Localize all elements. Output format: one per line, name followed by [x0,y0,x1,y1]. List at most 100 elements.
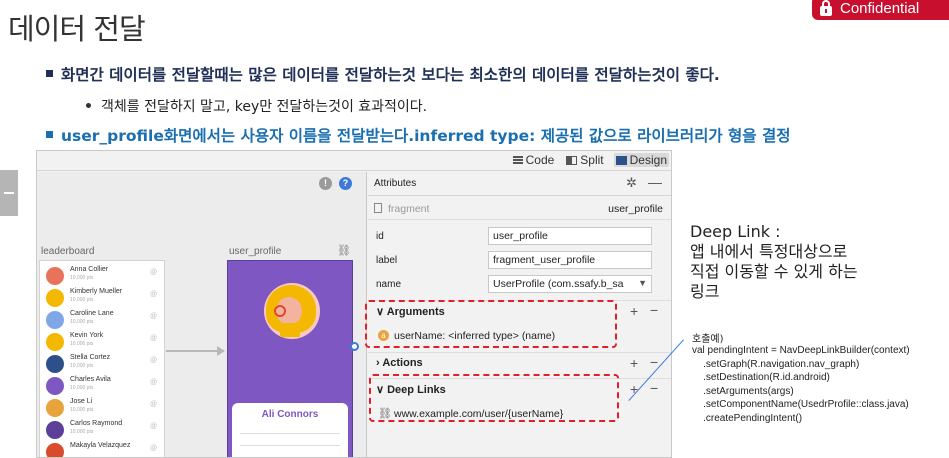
leaderboard-name: Jose Li [70,398,93,405]
leaderboard-score: 10,000 pts [70,319,94,325]
handle-icon: @ [150,401,158,408]
handle-icon: @ [150,423,158,430]
selection-handle[interactable] [350,342,359,351]
leaderboard-row: Caroline Lane 10,000 pts @ [44,309,164,331]
leaderboard-name: Kimberly Mueller [70,288,123,295]
arrow-head-icon [217,346,225,356]
fragment-label: fragment [388,203,430,215]
leaderboard-name: Anna Collier [70,266,109,273]
name-select-value: UserProfile (com.ssafy.b_sa [493,278,624,290]
bullet-key-only: 객체를 전달하지 말고, key만 전달하는것이 효과적이다. [86,96,427,116]
label-field[interactable]: fragment_user_profile [488,251,652,269]
avatar [46,267,64,285]
user-profile-destination[interactable]: Ali Connors [227,260,353,457]
action-connector[interactable] [166,350,224,352]
deep-link-icon: ⛓ [337,244,351,257]
lines-icon [512,156,523,164]
code-sample: val pendingIntent = NavDeepLinkBuilder(c… [692,345,910,424]
lock-icon [818,0,834,16]
arguments-highlight [365,300,617,348]
chevron-down-icon: ▼ [638,278,647,288]
glasses-icon [274,305,286,317]
attr-key: id [376,231,384,242]
leaderboard-score: 10,000 pts [70,341,94,347]
attributes-title: Attributes [374,178,417,189]
fragment-icon [374,203,382,213]
profile-card-name: Ali Connors [261,409,319,420]
remove-deep-link-icon[interactable]: − [650,380,658,396]
attr-key: name [376,279,402,290]
view-mode-toolbar: Code Split Design [37,151,671,171]
confidential-badge: Confidential [812,0,949,20]
leaderboard-name: Kevin York [70,332,104,339]
handle-icon: @ [150,313,158,320]
deep-link-definition: Deep Link : 앱 내에서 특정대상으로 직접 이동할 수 있게 하는 … [690,222,858,301]
avatar [46,377,64,395]
leaderboard-row: Charles Avila 10,000 pts @ [44,375,164,397]
mode-split-button[interactable]: Split [564,153,605,167]
handle-icon: @ [150,269,158,276]
leaderboard-name: Stella Cortez [70,354,111,361]
add-action-icon[interactable]: + [630,355,638,371]
actions-section[interactable]: › Actions + − [368,352,671,374]
side-tab[interactable] [0,170,18,216]
leaderboard-row: Carlos Raymond 10,000 pts @ [44,419,164,441]
avatar [46,333,64,351]
split-icon [566,155,578,165]
leaderboard-name: Caroline Lane [70,310,114,317]
deep-links-highlight [369,374,619,422]
leaderboard-destination[interactable]: Anna Collier 10,000 pts @ Kimberly Mueller 1… [39,260,165,457]
handle-icon: @ [150,357,158,364]
leaderboard-name: Carlos Raymond [70,420,123,427]
leaderboard-score: 10,000 pts [70,363,94,369]
leaderboard-name: Charles Avila [70,376,111,383]
warning-icon[interactable]: ! [319,177,332,190]
leaderboard-row: Stella Cortez 10,000 pts @ [44,353,164,375]
avatar [46,355,64,373]
leaderboard-row: Jose Li 10,000 pts @ [44,397,164,419]
navigation-graph-canvas[interactable]: ! ? leaderboard Anna Collier 10,000 pts @ K… [37,172,367,457]
name-select[interactable]: UserProfile (com.ssafy.b_sa ▼ [488,275,652,293]
attr-row-name: name UserProfile (com.ssafy.b_sa ▼ [368,272,671,296]
id-field[interactable]: user_profile [488,227,652,245]
mode-code-button[interactable]: Code [511,153,557,167]
avatar [46,289,64,307]
leaderboard-score: 10,000 pts [70,297,94,303]
bullet-user-profile: user_profile화면에서는 사용자 이름을 전달받는다.inferred… [46,124,790,146]
handle-icon: @ [150,291,158,298]
mode-label: Design [629,153,667,167]
leaderboard-row: Makayla Velazquez @ [44,441,164,457]
leaderboard-name: Makayla Velazquez [70,442,131,449]
remove-argument-icon[interactable]: − [650,302,658,318]
bullet-text: 화면간 데이터를 전달할때는 많은 데이터를 전달하는것 보다는 최소한의 데이… [61,66,720,84]
leaderboard-score: 10,000 pts [70,429,94,435]
avatar [46,311,64,329]
gear-icon[interactable]: ✲ [626,175,637,191]
fragment-row: fragment user_profile [368,198,671,220]
avatar [46,421,64,439]
leaderboard-label: leaderboard [41,246,95,257]
bullet-minimal-data: 화면간 데이터를 전달할때는 많은 데이터를 전달하는것 보다는 최소한의 데이… [46,63,720,85]
collapse-icon[interactable]: — [648,174,662,190]
leaderboard-score: 10,000 pts [70,407,94,413]
profile-card: Ali Connors [232,403,348,457]
help-icon[interactable]: ? [339,177,352,190]
mode-label: Split [580,153,604,167]
handle-icon: @ [150,379,158,386]
avatar [46,443,64,457]
fragment-value: user_profile [608,203,663,215]
leaderboard-score: 10,000 pts [70,275,94,281]
mode-design-button[interactable]: Design [613,153,669,167]
add-argument-icon[interactable]: + [630,303,638,319]
actions-title: Actions [382,357,423,369]
bullet-text: user_profile화면에서는 사용자 이름을 전달받는다.inferred… [61,127,791,145]
leaderboard-score: 10,000 pts [70,385,94,391]
attr-row-id: id user_profile [368,224,671,248]
call-example-label: 호출예) [692,334,724,345]
leaderboard-row: Kevin York 10,000 pts @ [44,331,164,353]
mode-label: Code [525,153,555,167]
bullet-text: 객체를 전달하지 말고, key만 전달하는것이 효과적이다. [101,99,428,115]
attr-row-label: label fragment_user_profile [368,248,671,272]
leaderboard-row: Anna Collier 10,000 pts @ [44,265,164,287]
leaderboard-row: Kimberly Mueller 10,000 pts @ [44,287,164,309]
